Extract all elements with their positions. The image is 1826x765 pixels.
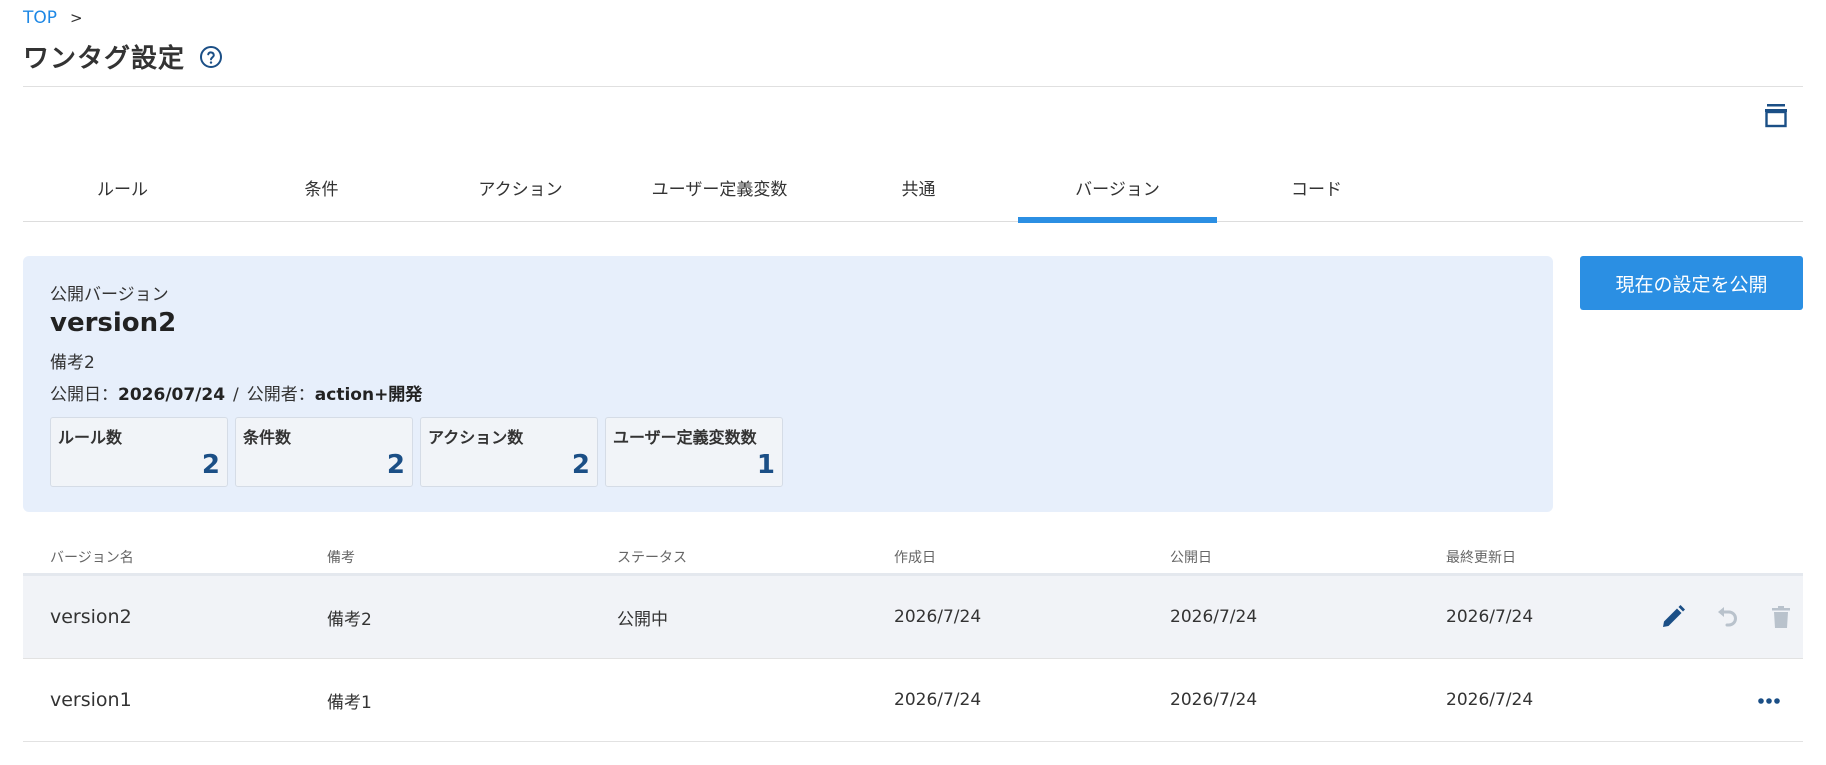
tab-action[interactable]: アクション — [421, 168, 620, 222]
cell-created: 2026/7/24 — [894, 690, 982, 710]
page-header: ワンタグ設定 — [23, 38, 223, 75]
tab-code[interactable]: コード — [1217, 168, 1416, 222]
summary-version-name: version2 — [50, 308, 177, 338]
summary-label: 公開バージョン — [50, 285, 169, 305]
header-note: 備考 — [327, 549, 355, 566]
stat-value: 2 — [201, 450, 220, 480]
stat-label: ルール数 — [58, 428, 123, 447]
tab-condition[interactable]: 条件 — [222, 168, 421, 222]
page-title: ワンタグ設定 — [23, 44, 186, 74]
summary-meta: 公開日：2026/07/24 / 公開者：action+開発 — [50, 380, 1526, 405]
table-header: バージョン名 備考 ステータス 作成日 公開日 最終更新日 — [23, 540, 1803, 576]
more-horizontal-icon[interactable] — [1755, 686, 1783, 714]
cell-created: 2026/7/24 — [894, 607, 982, 627]
stat-label: ユーザー定義変数数 — [613, 428, 757, 447]
stat-label: 条件数 — [243, 428, 292, 447]
stat-value: 2 — [386, 450, 405, 480]
meta-separator: / — [233, 385, 239, 405]
published-version-summary: 公開バージョン version2 備考2 公開日：2026/07/24 / 公開者：… — [23, 256, 1553, 512]
tab-rule[interactable]: ルール — [23, 168, 222, 222]
publish-date-label: 公開日： — [50, 385, 118, 405]
cell-note: 備考1 — [327, 692, 372, 713]
summary-stats: ルール数 2 条件数 2 アクション数 2 ユーザー定義変数数 1 — [50, 417, 1526, 487]
undo-icon[interactable] — [1713, 603, 1741, 631]
publisher-label: 公開者： — [246, 385, 315, 405]
trash-icon[interactable] — [1767, 603, 1795, 631]
stat-action-count: アクション数 2 — [420, 417, 598, 487]
cell-published: 2026/7/24 — [1170, 607, 1258, 627]
version-table: バージョン名 備考 ステータス 作成日 公開日 最終更新日 version2 備… — [23, 540, 1803, 742]
table-row[interactable]: version2 備考2 公開中 2026/7/24 2026/7/24 202… — [23, 576, 1803, 659]
stat-value: 2 — [571, 450, 590, 480]
table-row[interactable]: version1 備考1 2026/7/24 2026/7/24 2026/7/… — [23, 659, 1803, 742]
row-actions — [1659, 603, 1815, 631]
pencil-icon[interactable] — [1659, 603, 1687, 631]
cell-status: 公開中 — [617, 609, 668, 630]
header-published: 公開日 — [1170, 549, 1212, 566]
cell-note: 備考2 — [327, 609, 372, 630]
stat-rule-count: ルール数 2 — [50, 417, 228, 487]
cell-version-name: version1 — [50, 689, 132, 711]
stat-user-variable-count: ユーザー定義変数数 1 — [605, 417, 783, 487]
header-created: 作成日 — [894, 549, 936, 566]
breadcrumb: TOP > — [23, 8, 83, 28]
cell-updated: 2026/7/24 — [1446, 607, 1534, 627]
cell-updated: 2026/7/24 — [1446, 690, 1534, 710]
row-actions — [1659, 686, 1803, 714]
publish-current-settings-button[interactable]: 現在の設定を公開 — [1580, 256, 1803, 310]
tab-user-variables[interactable]: ユーザー定義変数 — [620, 168, 819, 222]
publish-date: 2026/07/24 — [118, 385, 226, 405]
cell-published: 2026/7/24 — [1170, 690, 1258, 710]
header-divider — [23, 86, 1803, 87]
tab-common[interactable]: 共通 — [819, 168, 1018, 222]
tab-bar: ルール 条件 アクション ユーザー定義変数 共通 バージョン コード — [23, 168, 1803, 223]
archive-icon[interactable] — [1762, 101, 1790, 129]
stat-condition-count: 条件数 2 — [235, 417, 413, 487]
header-status: ステータス — [617, 549, 687, 566]
cell-version-name: version2 — [50, 606, 132, 628]
header-updated: 最終更新日 — [1446, 549, 1516, 566]
summary-note: 備考2 — [50, 353, 95, 373]
stat-value: 1 — [756, 450, 775, 480]
header-version-name: バージョン名 — [50, 549, 134, 566]
publisher: action+開発 — [314, 385, 423, 405]
tab-version[interactable]: バージョン — [1018, 168, 1217, 223]
stat-label: アクション数 — [428, 428, 524, 447]
breadcrumb-separator: > — [70, 9, 83, 27]
help-circle-icon[interactable] — [199, 45, 223, 69]
breadcrumb-top-link[interactable]: TOP — [23, 8, 57, 28]
